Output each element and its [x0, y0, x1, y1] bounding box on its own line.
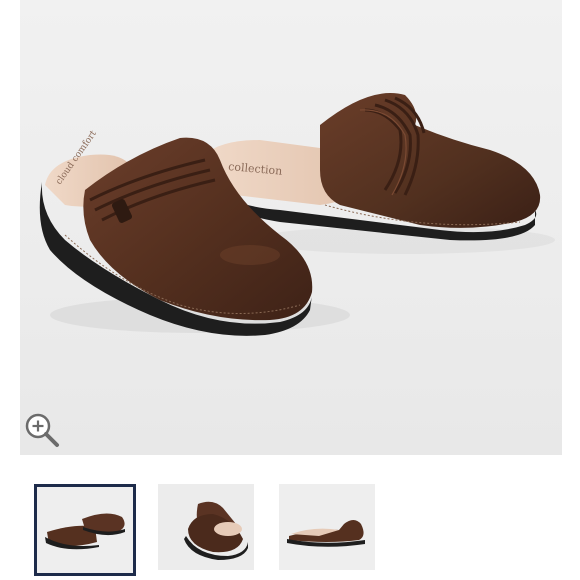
thumbnail-3[interactable] [279, 484, 375, 570]
clog-pair-illustration: collection cloud comfort [39, 93, 555, 336]
magnifier-plus-icon [25, 413, 59, 447]
thumbnail-1[interactable] [34, 484, 136, 576]
thumbnail-pair-angled-view [158, 484, 254, 570]
main-product-image[interactable]: collection cloud comfort [20, 0, 562, 455]
thumbnail-single-side-view [279, 484, 375, 570]
thumbnail-pair-side-view [37, 487, 133, 573]
zoom-button[interactable] [22, 410, 62, 450]
thumbnail-2[interactable] [158, 484, 254, 570]
